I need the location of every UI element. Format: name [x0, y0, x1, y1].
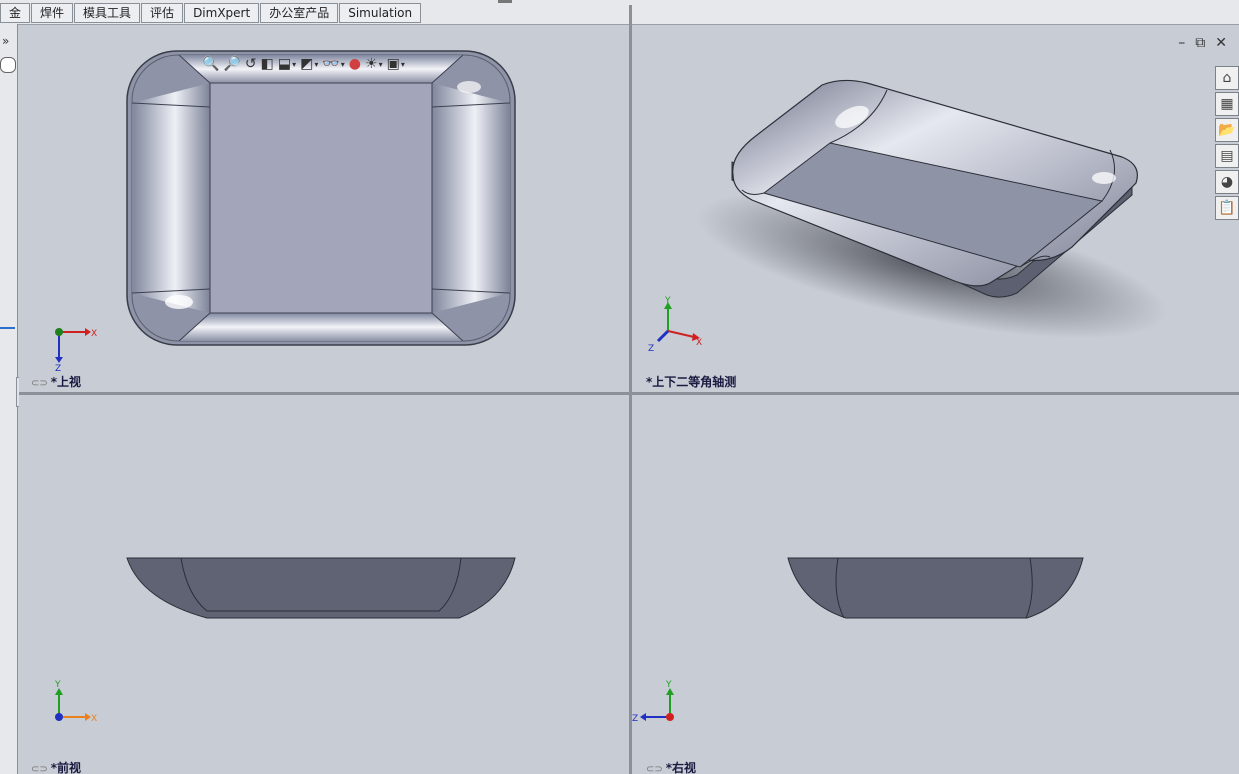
triad-front: Y X — [54, 680, 97, 724]
view-palette-icon[interactable]: ▤ — [1215, 144, 1239, 168]
drag-handle[interactable] — [498, 0, 512, 3]
command-manager-tabbar: 金 焊件 模具工具 评估 DimXpert 办公室产品 Simulation — [0, 0, 1239, 25]
axis-z-label: Z — [55, 364, 61, 371]
command-tabs: 金 焊件 模具工具 评估 DimXpert 办公室产品 Simulation — [0, 3, 422, 23]
viewport-label-isometric[interactable]: *上下二等角轴测 — [646, 373, 736, 390]
triad-top: X Z — [55, 328, 97, 371]
viewport-label-right[interactable]: ⊂⊃ *右视 — [646, 759, 696, 774]
axis-y-label: Y — [664, 296, 671, 306]
custom-properties-icon[interactable]: 📋 — [1215, 196, 1239, 220]
isometric-view-model — [696, 79, 1168, 339]
task-pane-tabs: ⌂ ▦ 📂 ▤ ◕ 📋 — [1215, 66, 1239, 220]
viewport-isometric[interactable]: – ⧉ ✕ Y X Z *上下二等角轴测 — [632, 25, 1239, 392]
solidworks-resources-icon[interactable]: ⌂ — [1215, 66, 1239, 90]
viewport-label-top[interactable]: ⊂⊃ *上视 — [31, 373, 81, 390]
axis-z-label: Z — [648, 344, 654, 354]
apply-scene-icon[interactable]: ☀ ▾ — [365, 55, 383, 73]
edit-appearance-icon[interactable]: ● — [349, 55, 361, 73]
feature-manager-strip: » — [0, 24, 24, 774]
view-settings-icon[interactable]: ▣ ▾ — [387, 55, 405, 73]
vertical-viewport-splitter[interactable] — [629, 5, 632, 774]
link-views-icon[interactable]: ⊂⊃ — [646, 764, 663, 774]
top-view-model — [126, 50, 516, 346]
minimize-button[interactable]: – — [1178, 35, 1185, 51]
tab-weldments[interactable]: 焊件 — [31, 3, 74, 23]
zoom-to-area-icon[interactable]: 🔎 — [223, 55, 240, 73]
tab-dimxpert[interactable]: DimXpert — [184, 3, 260, 23]
hide-show-items-icon[interactable]: 👓 ▾ — [322, 55, 344, 73]
axis-y-label: Y — [665, 680, 672, 690]
axis-x-label: X — [696, 338, 702, 348]
restore-button[interactable]: ⧉ — [1195, 35, 1205, 51]
right-view-model — [787, 557, 1084, 619]
tab-evaluate[interactable]: 评估 — [141, 3, 184, 23]
view-orientation-icon[interactable]: ⬓ ▾ — [278, 55, 296, 73]
heads-up-view-toolbar: 🔍 🔎 ↺ ◧ ⬓ ▾ ◩ ▾ 👓 ▾ ● ☀ ▾ ▣ ▾ — [202, 55, 405, 73]
triad-right: Y Z — [632, 680, 674, 724]
axis-x-label: X — [91, 329, 97, 339]
axis-z-label: Z — [632, 714, 638, 724]
close-button[interactable]: ✕ — [1215, 35, 1227, 51]
expand-panel-button[interactable]: » — [2, 34, 9, 48]
tab-sheetmetal[interactable]: 金 — [0, 3, 31, 23]
design-library-icon[interactable]: ▦ — [1215, 92, 1239, 116]
appearances-scenes-icon[interactable]: ◕ — [1215, 170, 1239, 194]
viewport-front[interactable]: Y X ⊂⊃ *前视 — [19, 395, 629, 774]
viewport-label-front[interactable]: ⊂⊃ *前视 — [31, 759, 81, 774]
window-controls: – ⧉ ✕ — [1178, 35, 1227, 51]
triad-isometric: Y X Z — [648, 296, 702, 354]
panel-toggle[interactable] — [0, 57, 16, 73]
link-views-icon[interactable]: ⊂⊃ — [31, 764, 48, 774]
tab-mold-tools[interactable]: 模具工具 — [74, 3, 141, 23]
viewport-top[interactable]: 🔍 🔎 ↺ ◧ ⬓ ▾ ◩ ▾ 👓 ▾ ● ☀ ▾ ▣ ▾ X Z ⊂⊃ *上视 — [19, 25, 629, 392]
front-view-model — [126, 557, 516, 619]
tab-simulation[interactable]: Simulation — [339, 3, 422, 23]
axis-y-label: Y — [54, 680, 61, 690]
active-indicator — [0, 327, 15, 329]
viewport-right[interactable]: Y Z ⊂⊃ *右视 — [632, 395, 1239, 774]
tab-office-products[interactable]: 办公室产品 — [260, 3, 339, 23]
horizontal-viewport-splitter[interactable] — [19, 392, 1239, 395]
zoom-to-fit-icon[interactable]: 🔍 — [202, 55, 219, 73]
axis-x-label: X — [91, 714, 97, 724]
link-views-icon[interactable]: ⊂⊃ — [31, 378, 48, 389]
previous-view-icon[interactable]: ↺ — [245, 55, 257, 73]
file-explorer-icon[interactable]: 📂 — [1215, 118, 1239, 142]
section-view-icon[interactable]: ◧ — [261, 55, 274, 73]
display-style-icon[interactable]: ◩ ▾ — [300, 55, 318, 73]
